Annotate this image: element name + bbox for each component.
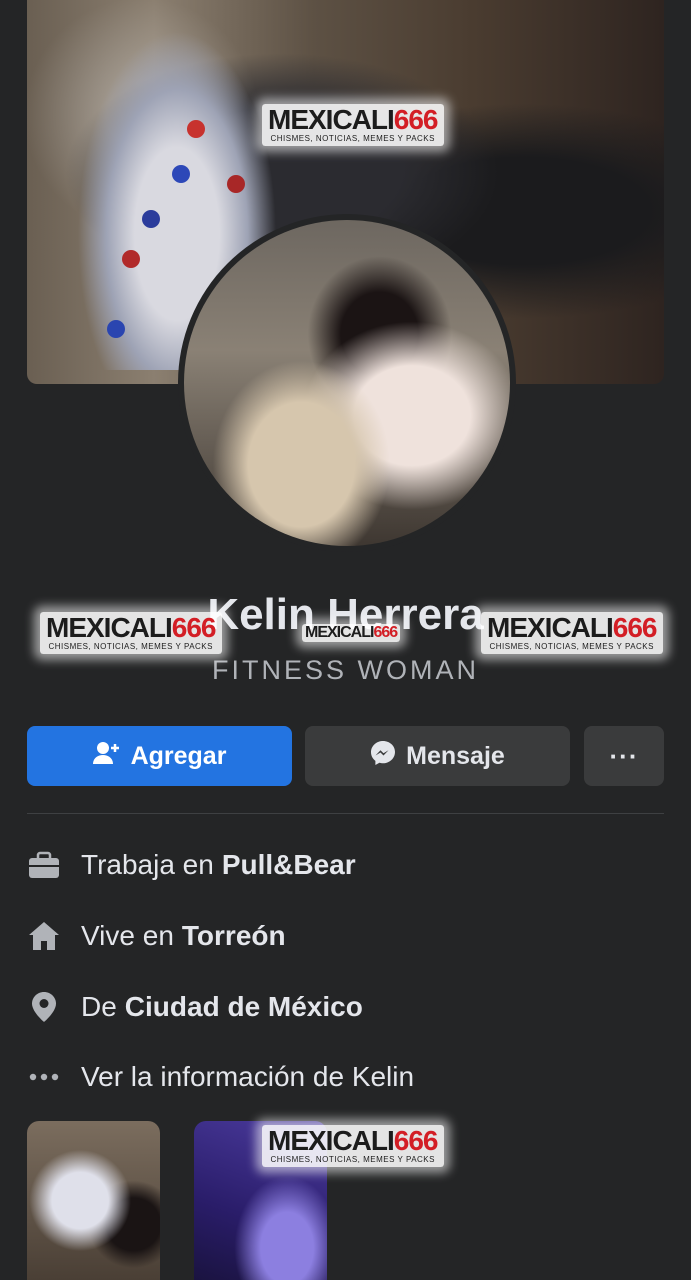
location-pin-icon xyxy=(27,990,61,1024)
info-row-hometown: De Ciudad de México xyxy=(27,987,363,1027)
add-friend-icon xyxy=(92,741,121,772)
info-prefix: Trabaja en xyxy=(81,849,214,880)
info-prefix: Vive en xyxy=(81,920,174,951)
watermark-number: 666 xyxy=(373,624,398,641)
watermark-text: MEXICALI xyxy=(268,104,395,135)
ornament-image xyxy=(187,120,205,138)
profile-avatar[interactable] xyxy=(184,220,510,546)
add-friend-button[interactable]: Agregar xyxy=(27,726,292,786)
watermark-tagline: CHISMES, NOTICIAS, MEMES Y PACKS xyxy=(48,642,213,651)
ornament-image xyxy=(142,210,160,228)
more-options-button[interactable]: ··· xyxy=(584,726,664,786)
info-row-work: Trabaja en Pull&Bear xyxy=(27,845,356,885)
watermark-number: 666 xyxy=(612,612,658,643)
watermark-logo: MEXICALI666 xyxy=(302,624,401,642)
watermark-number: 666 xyxy=(393,104,439,135)
watermark-text: MEXICALI xyxy=(46,612,173,643)
message-label: Mensaje xyxy=(406,741,505,770)
ornament-image xyxy=(172,165,190,183)
watermark-tagline: CHISMES, NOTICIAS, MEMES Y PACKS xyxy=(489,642,654,651)
info-row-city: Vive en Torreón xyxy=(27,916,286,956)
see-about-info-label: Ver la información de Kelin xyxy=(81,1061,415,1092)
ornament-image xyxy=(107,320,125,338)
watermark-text: MEXICALI xyxy=(305,624,374,641)
home-icon xyxy=(27,919,61,953)
info-prefix: De xyxy=(81,991,117,1022)
watermark-logo: MEXICALI666 CHISMES, NOTICIAS, MEMES Y P… xyxy=(262,104,444,146)
watermark-text: MEXICALI xyxy=(487,612,614,643)
message-button[interactable]: Mensaje xyxy=(305,726,570,786)
watermark-number: 666 xyxy=(171,612,217,643)
divider xyxy=(27,813,664,814)
profile-bio: FITNESS WOMAN xyxy=(212,655,479,685)
watermark-number: 666 xyxy=(393,1125,439,1156)
current-city-link[interactable]: Torreón xyxy=(182,920,286,952)
see-about-info-link[interactable]: Ver la información de Kelin xyxy=(27,1057,414,1097)
ornament-image xyxy=(122,250,140,268)
watermark-logo: MEXICALI666 CHISMES, NOTICIAS, MEMES Y P… xyxy=(262,1125,444,1167)
watermark-logo: MEXICALI666 CHISMES, NOTICIAS, MEMES Y P… xyxy=(481,612,663,654)
more-dots-icon xyxy=(27,1060,61,1094)
ornament-image xyxy=(227,175,245,193)
watermark-text: MEXICALI xyxy=(268,1125,395,1156)
watermark-tagline: CHISMES, NOTICIAS, MEMES Y PACKS xyxy=(270,1155,435,1164)
briefcase-icon xyxy=(27,848,61,882)
watermark-tagline: CHISMES, NOTICIAS, MEMES Y PACKS xyxy=(270,134,435,143)
more-dots-icon: ··· xyxy=(609,740,639,771)
watermark-logo: MEXICALI666 CHISMES, NOTICIAS, MEMES Y P… xyxy=(40,612,222,654)
messenger-icon xyxy=(370,740,396,773)
featured-photo-thumbnail[interactable] xyxy=(27,1121,160,1280)
workplace-link[interactable]: Pull&Bear xyxy=(222,849,356,881)
add-friend-label: Agregar xyxy=(130,741,227,770)
hometown-link[interactable]: Ciudad de México xyxy=(125,991,363,1023)
